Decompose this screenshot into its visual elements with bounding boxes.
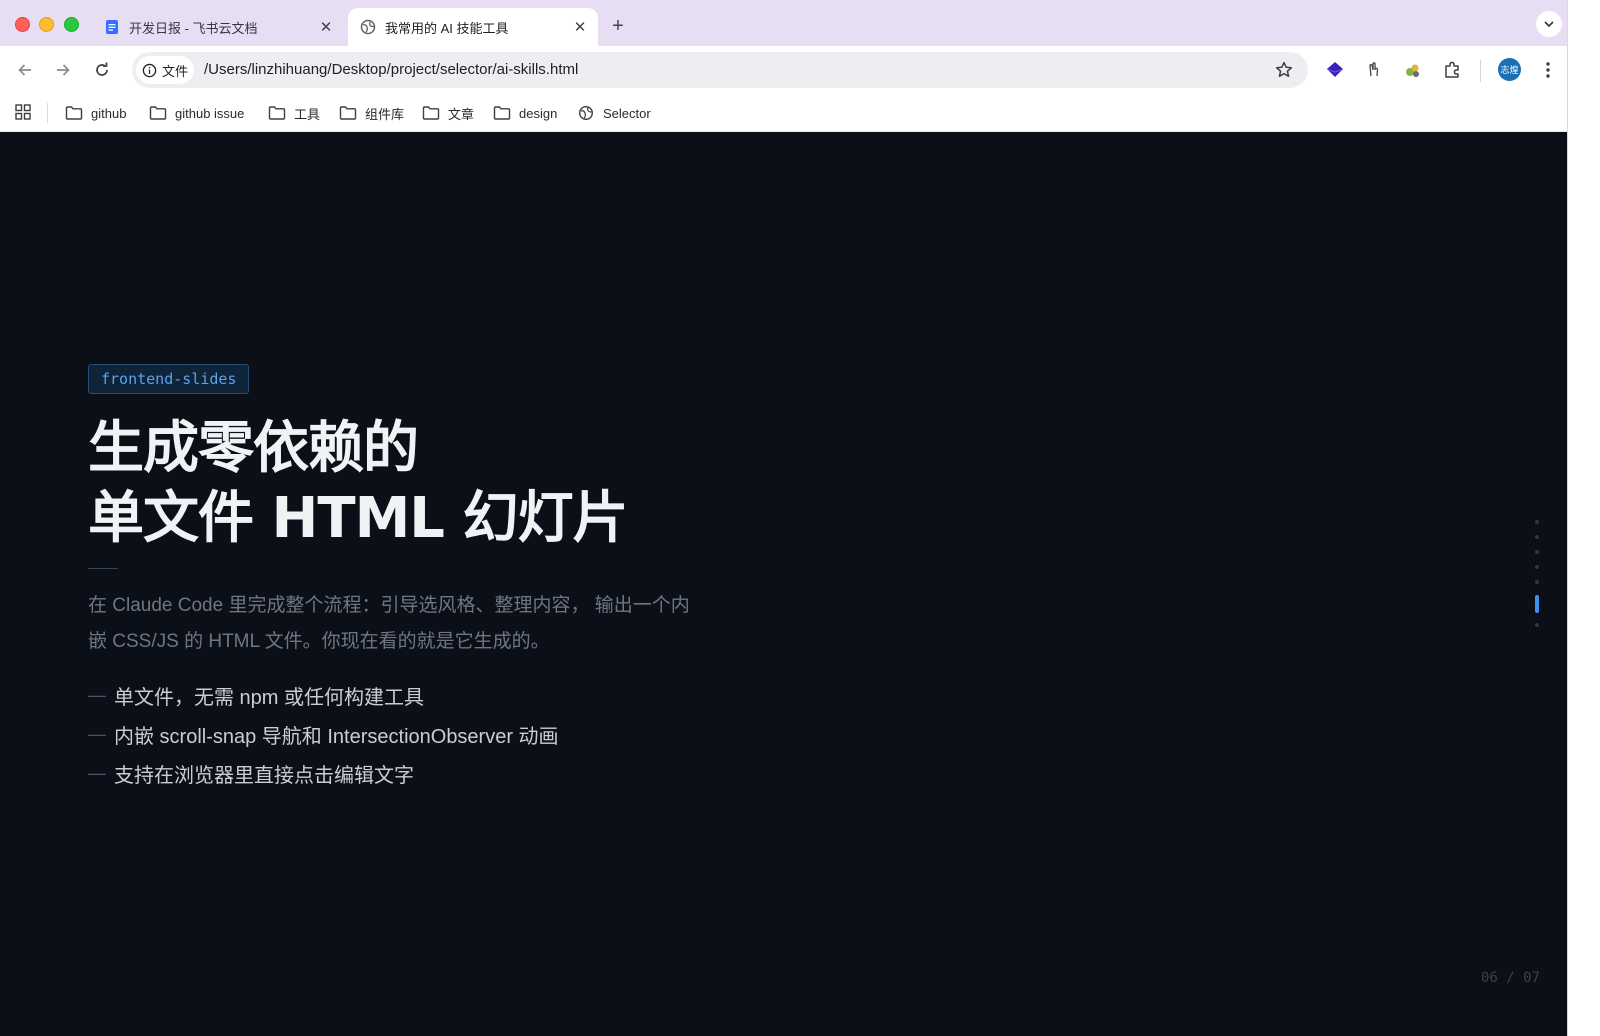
headline-line-1: 生成零依赖的	[88, 416, 419, 481]
doc-icon	[106, 20, 118, 34]
star-icon[interactable]	[1274, 60, 1294, 80]
slide-dot[interactable]	[1535, 520, 1539, 524]
list-item[interactable]: — 内嵌 scroll-snap 导航和 IntersectionObserve…	[88, 715, 559, 754]
bookmark-label: 文章	[448, 106, 475, 122]
tab-title: 开发日报 - 飞书云文档	[129, 20, 258, 36]
bookmark-label: github	[91, 105, 127, 121]
feature-list: — 单文件，无需 npm 或任何构建工具 — 内嵌 scroll-snap 导航…	[88, 676, 559, 793]
list-item-text: 支持在浏览器里直接点击编辑文字	[114, 765, 414, 787]
slide-description[interactable]: 在 Claude Code 里完成整个流程：引导选风格、整理内容， 输出一个内嵌…	[88, 588, 708, 660]
close-tab-icon[interactable]: ✕	[316, 17, 336, 37]
address-bar[interactable]: 文件 /Users/linzhihuang/Desktop/project/se…	[132, 52, 1308, 88]
bookmarks-bar: github github issue 工具 组件库 文章 design Sel…	[0, 94, 1567, 132]
profile-avatar[interactable]: 志煌	[1498, 58, 1521, 81]
extension-puzzle-color-icon[interactable]	[1401, 58, 1425, 82]
reload-icon	[96, 62, 108, 76]
extension-diamond-icon[interactable]	[1323, 58, 1347, 82]
bookmark-articles[interactable]: 文章	[422, 102, 474, 124]
list-item[interactable]: — 支持在浏览器里直接点击编辑文字	[88, 754, 559, 793]
menu-kebab-icon[interactable]	[1536, 58, 1560, 82]
extension-hand-icon[interactable]	[1362, 58, 1386, 82]
list-item-text: 内嵌 scroll-snap 导航和 IntersectionObserver …	[114, 726, 559, 748]
site-info-button[interactable]: 文件	[136, 56, 194, 84]
arrow-right-icon	[57, 64, 70, 76]
new-tab-button[interactable]: +	[605, 13, 631, 39]
list-item[interactable]: — 单文件，无需 npm 或任何构建工具	[88, 676, 559, 715]
folder-icon	[268, 106, 286, 120]
bookmark-label: design	[519, 105, 558, 121]
extensions-puzzle-icon[interactable]	[1440, 58, 1464, 82]
slide-dot[interactable]	[1535, 580, 1539, 584]
bullet-marker: —	[88, 763, 106, 783]
browser-window: 开发日报 - 飞书云文档 ✕ 我常用的 AI 技能工具 ✕ + 文件 /User…	[0, 0, 1568, 1036]
bookmark-components[interactable]: 组件库	[339, 102, 404, 124]
tab-strip: 开发日报 - 飞书云文档 ✕ 我常用的 AI 技能工具 ✕ +	[0, 0, 1567, 46]
chevron-down-icon	[1544, 21, 1554, 28]
bookmarks-separator	[47, 103, 48, 123]
folder-icon	[65, 106, 83, 120]
url-text[interactable]: /Users/linzhihuang/Desktop/project/selec…	[204, 61, 578, 78]
tab-search-button[interactable]	[1536, 11, 1562, 37]
arrow-left-icon	[18, 64, 31, 76]
info-icon	[142, 63, 157, 77]
slide-nav-dots	[1534, 520, 1540, 638]
folder-icon	[339, 106, 357, 120]
slide-viewport: frontend-slides 生成零依赖的 单文件 HTML 幻灯片 在 Cl…	[0, 132, 1567, 1036]
slide-dot[interactable]	[1535, 550, 1539, 554]
bookmark-label: 工具	[294, 106, 321, 122]
tab-title: 我常用的 AI 技能工具	[385, 20, 509, 36]
folder-icon	[149, 106, 167, 120]
bookmark-github[interactable]: github	[65, 102, 126, 124]
bookmark-tools[interactable]: 工具	[268, 102, 320, 124]
tab-ai-skills[interactable]: 我常用的 AI 技能工具 ✕	[348, 8, 598, 46]
slide-dot[interactable]	[1535, 565, 1539, 569]
tab-feishu-doc[interactable]: 开发日报 - 飞书云文档 ✕	[92, 8, 344, 46]
globe-icon	[578, 105, 594, 121]
close-tab-icon[interactable]: ✕	[570, 17, 590, 37]
back-button[interactable]	[11, 56, 39, 84]
folder-icon	[422, 106, 440, 120]
forward-button[interactable]	[49, 56, 77, 84]
headline-divider	[88, 568, 118, 569]
slide-counter: 06 / 07	[1480, 970, 1540, 986]
apps-grid-icon[interactable]	[14, 103, 32, 121]
folder-icon	[493, 106, 511, 120]
headline-line-2: 单文件 HTML 幻灯片	[88, 486, 628, 551]
slide-dot-active[interactable]	[1535, 595, 1539, 613]
window-close-button[interactable]	[15, 17, 30, 32]
bookmark-selector[interactable]: Selector	[577, 102, 651, 124]
bullet-marker: —	[88, 685, 106, 705]
slide-dot[interactable]	[1535, 535, 1539, 539]
bookmark-label: github issue	[175, 105, 245, 121]
reload-button[interactable]	[88, 56, 116, 84]
toolbar-divider	[1480, 60, 1481, 82]
list-item-text: 单文件，无需 npm 或任何构建工具	[114, 687, 425, 709]
bookmark-label: 组件库	[365, 106, 405, 122]
slide-dot[interactable]	[1535, 623, 1539, 627]
bookmark-github-issue[interactable]: github issue	[149, 102, 244, 124]
site-label: 文件	[162, 63, 189, 79]
window-maximize-button[interactable]	[64, 17, 79, 32]
slide-headline[interactable]: 生成零依赖的 单文件 HTML 幻灯片	[88, 414, 628, 554]
bookmark-design[interactable]: design	[493, 102, 557, 124]
slide-tag: frontend-slides	[88, 364, 250, 394]
globe-icon	[360, 19, 376, 35]
bullet-marker: —	[88, 724, 106, 744]
window-minimize-button[interactable]	[39, 17, 54, 32]
bookmark-label: Selector	[603, 105, 651, 121]
browser-toolbar: 文件 /Users/linzhihuang/Desktop/project/se…	[0, 46, 1567, 94]
